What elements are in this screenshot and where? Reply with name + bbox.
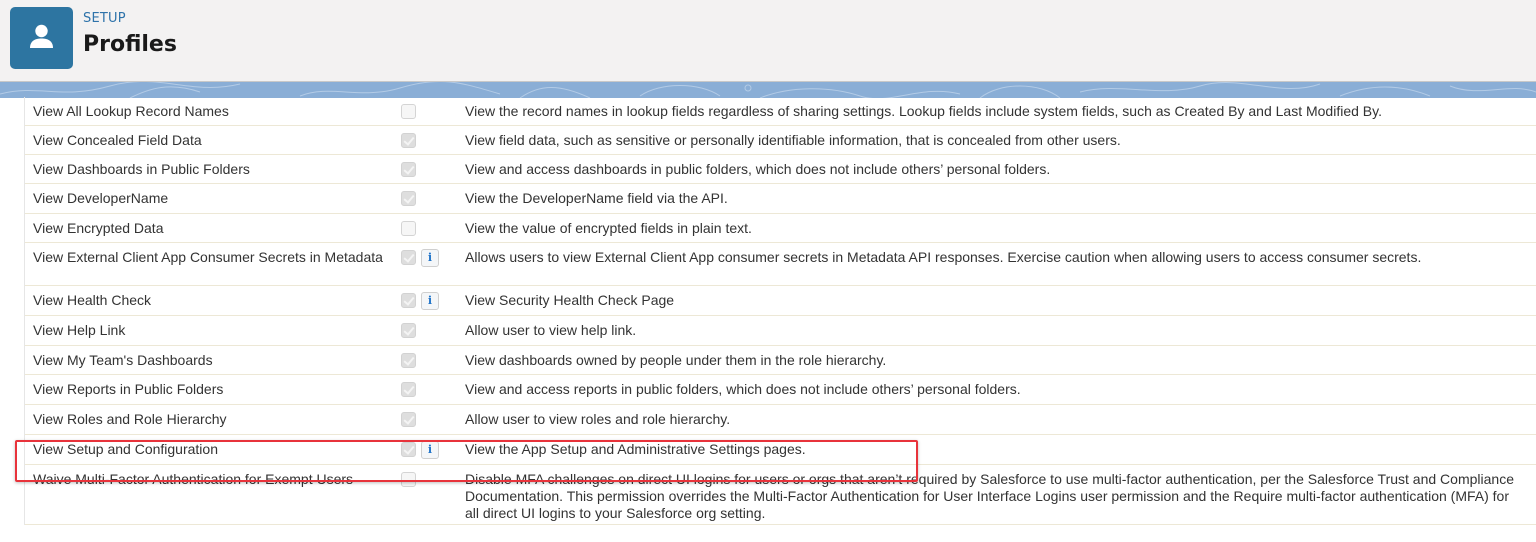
permission-name: View My Team's Dashboards: [33, 352, 213, 368]
permission-name: View DeveloperName: [33, 190, 169, 206]
permission-checkbox[interactable]: [401, 221, 416, 236]
info-icon[interactable]: i: [421, 441, 439, 459]
permission-checkbox[interactable]: [401, 442, 416, 457]
breadcrumb-setup[interactable]: SETUP: [83, 11, 126, 26]
permission-description: View the App Setup and Administrative Se…: [465, 441, 806, 457]
profiles-object-icon: [10, 7, 73, 69]
permission-row: View External Client App Consumer Secret…: [25, 243, 1536, 286]
permission-row: View Dashboards in Public Folders View an…: [25, 155, 1536, 184]
info-icon[interactable]: i: [421, 292, 439, 310]
permission-checkbox[interactable]: [401, 293, 416, 308]
permission-row: Waive Multi-Factor Authentication for Ex…: [25, 465, 1536, 525]
permission-description: View Security Health Check Page: [465, 292, 675, 308]
permission-description: Disable MFA challenges on direct UI logi…: [465, 471, 1514, 521]
permission-checkbox[interactable]: [401, 382, 416, 397]
permission-checkbox[interactable]: [401, 104, 416, 119]
permission-name: View Help Link: [33, 322, 126, 338]
permission-row: View All Lookup Record Names View the rec…: [25, 97, 1536, 126]
permission-name: View Encrypted Data: [33, 220, 164, 236]
permission-description: View field data, such as sensitive or pe…: [465, 132, 1121, 148]
permission-name: View Setup and Configuration: [33, 441, 218, 457]
permission-name: View Health Check: [33, 292, 152, 308]
permission-row: View Help Link Allow user to view help li…: [25, 316, 1536, 346]
permission-name: View Reports in Public Folders: [33, 381, 224, 397]
permission-checkbox[interactable]: [401, 353, 416, 368]
permission-row: View Reports in Public Folders View and a…: [25, 375, 1536, 405]
permission-checkbox[interactable]: [401, 162, 416, 177]
permission-description: Allows users to view External Client App…: [465, 249, 1422, 265]
permission-enabled-cell: [393, 465, 465, 530]
permission-checkbox[interactable]: [401, 250, 416, 265]
info-icon[interactable]: i: [421, 249, 439, 267]
permission-row: View Encrypted Data View the value of enc…: [25, 214, 1536, 243]
permission-enabled-cell: i: [393, 243, 465, 291]
permission-checkbox[interactable]: [401, 323, 416, 338]
permission-row: View Roles and Role Hierarchy Allow user …: [25, 405, 1536, 435]
permission-description: View dashboards owned by people under th…: [465, 352, 887, 368]
system-permissions-table: View All Lookup Record Names View the rec…: [24, 97, 1536, 525]
permission-checkbox[interactable]: [401, 412, 416, 427]
permission-row: View DeveloperName View the DeveloperName…: [25, 184, 1536, 214]
permission-description: View and access reports in public folder…: [465, 381, 1021, 397]
permission-description: View the DeveloperName field via the API…: [465, 190, 728, 206]
permission-description: View and access dashboards in public fol…: [465, 161, 1051, 177]
permission-name: View External Client App Consumer Secret…: [33, 249, 383, 265]
permission-checkbox[interactable]: [401, 191, 416, 206]
permission-checkbox[interactable]: [401, 472, 416, 487]
decorative-banner: [0, 81, 1536, 98]
permission-description: Allow user to view help link.: [465, 322, 637, 338]
page-header: SETUP Profiles: [0, 0, 1536, 81]
permission-name: View All Lookup Record Names: [33, 103, 229, 119]
permission-row: View Setup and Configuration i View the Ap…: [25, 435, 1536, 465]
permission-name: Waive Multi-Factor Authentication for Ex…: [33, 471, 354, 487]
permission-name: View Roles and Role Hierarchy: [33, 411, 227, 427]
permission-row: View Health Check i View Security Health C…: [25, 286, 1536, 316]
permission-description: View the value of encrypted fields in pl…: [465, 220, 752, 236]
user-icon: [30, 24, 53, 48]
permission-row: View My Team's Dashboards View dashboards…: [25, 346, 1536, 375]
permission-name: View Dashboards in Public Folders: [33, 161, 250, 177]
permission-description: Allow user to view roles and role hierar…: [465, 411, 731, 427]
permission-name: View Concealed Field Data: [33, 132, 202, 148]
permission-row: View Concealed Field Data View field data…: [25, 126, 1536, 155]
permission-description: View the record names in lookup fields r…: [465, 103, 1382, 119]
page-title: Profiles: [83, 32, 177, 57]
permission-checkbox[interactable]: [401, 133, 416, 148]
